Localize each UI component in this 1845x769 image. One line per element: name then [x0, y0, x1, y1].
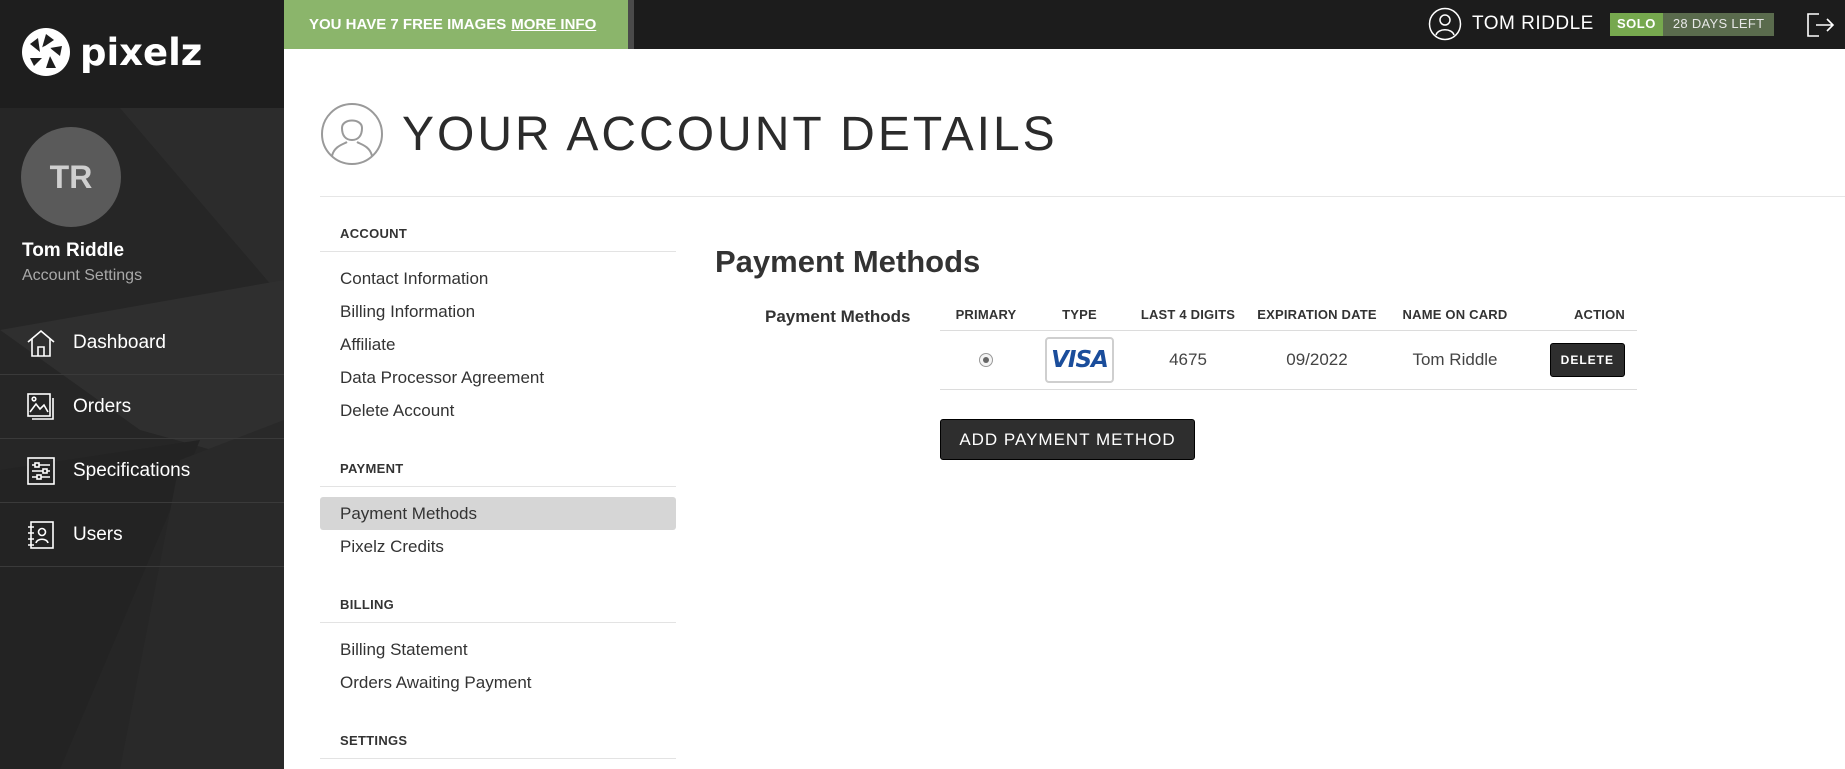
- visa-card-icon: VISA: [1045, 336, 1114, 383]
- menu-item-pixelz-credits[interactable]: Pixelz Credits: [320, 530, 676, 563]
- top-user-menu[interactable]: TOM RIDDLE: [1428, 7, 1594, 41]
- sidebar-item-users[interactable]: Users: [0, 503, 284, 567]
- last4-cell: 4675: [1127, 330, 1249, 390]
- menu-heading-account: ACCOUNT: [320, 226, 676, 252]
- section-title: Payment Methods: [715, 244, 981, 279]
- sidebar-item-specifications[interactable]: Specifications: [0, 439, 284, 503]
- menu-item-billing-statement[interactable]: Billing Statement: [320, 633, 676, 666]
- menu-list-billing: Billing Statement Orders Awaiting Paymen…: [320, 633, 676, 699]
- sliders-icon: [24, 454, 58, 488]
- sidebar: pixelz TR Tom Riddle Account Settings Da…: [0, 0, 284, 769]
- user-icon: [1428, 7, 1462, 41]
- contact-book-icon: [24, 518, 58, 552]
- avatar[interactable]: TR: [21, 127, 121, 227]
- menu-heading-billing: BILLING: [320, 597, 676, 623]
- account-menu: ACCOUNT Contact Information Billing Info…: [320, 226, 676, 759]
- payment-methods-table: PRIMARY TYPE LAST 4 DIGITS EXPIRATION DA…: [940, 300, 1637, 390]
- brand-logo[interactable]: pixelz: [20, 26, 202, 78]
- type-cell: VISA: [1032, 330, 1127, 390]
- more-info-link[interactable]: MORE INFO: [511, 16, 596, 33]
- free-images-text: YOU HAVE 7 FREE IMAGES: [309, 16, 507, 33]
- free-images-banner: YOU HAVE 7 FREE IMAGES MORE INFO: [284, 0, 634, 49]
- pixelz-aperture-icon: [22, 28, 70, 76]
- sidebar-item-label: Specifications: [73, 459, 191, 481]
- account-icon: [321, 103, 383, 165]
- sidebar-item-label: Orders: [73, 395, 132, 417]
- sidebar-item-orders[interactable]: Orders: [0, 375, 284, 439]
- home-icon: [24, 326, 58, 360]
- plan-badge[interactable]: SOLO 28 DAYS LEFT: [1610, 13, 1775, 36]
- sidebar-nav: Dashboard Orders Specifications Users: [0, 311, 284, 567]
- sidebar-user-name: Tom Riddle: [22, 240, 125, 261]
- delete-button[interactable]: DELETE: [1549, 342, 1625, 377]
- menu-item-contact-information[interactable]: Contact Information: [320, 262, 676, 295]
- add-payment-method-button[interactable]: ADD PAYMENT METHOD: [940, 419, 1195, 460]
- page-header: YOUR ACCOUNT DETAILS: [320, 102, 1058, 166]
- menu-list-payment: Payment Methods Pixelz Credits: [320, 497, 676, 563]
- menu-item-orders-awaiting-payment[interactable]: Orders Awaiting Payment: [320, 666, 676, 699]
- column-header-expiration: EXPIRATION DATE: [1249, 300, 1385, 331]
- menu-item-data-processor-agreement[interactable]: Data Processor Agreement: [320, 361, 676, 394]
- logout-icon: [1807, 13, 1835, 37]
- expiration-cell: 09/2022: [1249, 330, 1385, 390]
- table-header-row: PRIMARY TYPE LAST 4 DIGITS EXPIRATION DA…: [940, 300, 1637, 331]
- logout-button[interactable]: [1805, 11, 1835, 39]
- top-bar: YOU HAVE 7 FREE IMAGES MORE INFO TOM RID…: [284, 0, 1845, 49]
- menu-item-delete-account[interactable]: Delete Account: [320, 394, 676, 427]
- column-header-action: ACTION: [1525, 300, 1637, 331]
- header-divider: [320, 196, 1845, 197]
- table-row: VISA 4675 09/2022 Tom Riddle DELETE: [940, 330, 1637, 390]
- plan-days-left: 28 DAYS LEFT: [1662, 13, 1775, 36]
- plan-name: SOLO: [1610, 13, 1663, 36]
- brand-name: pixelz: [80, 30, 203, 74]
- menu-list-account: Contact Information Billing Information …: [320, 262, 676, 427]
- page-title: YOUR ACCOUNT DETAILS: [402, 107, 1058, 161]
- column-header-last4: LAST 4 DIGITS: [1127, 300, 1249, 331]
- action-cell: DELETE: [1525, 330, 1637, 390]
- primary-radio[interactable]: [979, 353, 993, 368]
- column-header-primary: PRIMARY: [940, 300, 1032, 331]
- payment-methods-label: Payment Methods: [765, 307, 911, 326]
- menu-heading-settings: SETTINGS: [320, 733, 676, 759]
- images-icon: [24, 390, 58, 424]
- menu-item-affiliate[interactable]: Affiliate: [320, 328, 676, 361]
- column-header-name-on-card: NAME ON CARD: [1385, 300, 1525, 331]
- sidebar-user-subtitle[interactable]: Account Settings: [22, 267, 142, 285]
- logo-area: pixelz: [0, 0, 284, 108]
- primary-cell: [940, 330, 1032, 390]
- name-on-card-cell: Tom Riddle: [1385, 330, 1525, 390]
- sidebar-item-label: Dashboard: [73, 332, 166, 353]
- column-header-type: TYPE: [1032, 300, 1127, 331]
- menu-item-billing-information[interactable]: Billing Information: [320, 295, 676, 328]
- sidebar-item-dashboard[interactable]: Dashboard: [0, 311, 284, 375]
- sidebar-item-label: Users: [73, 523, 123, 545]
- menu-heading-payment: PAYMENT: [320, 461, 676, 487]
- top-user-name: TOM RIDDLE: [1472, 13, 1594, 34]
- menu-item-payment-methods[interactable]: Payment Methods: [320, 497, 676, 530]
